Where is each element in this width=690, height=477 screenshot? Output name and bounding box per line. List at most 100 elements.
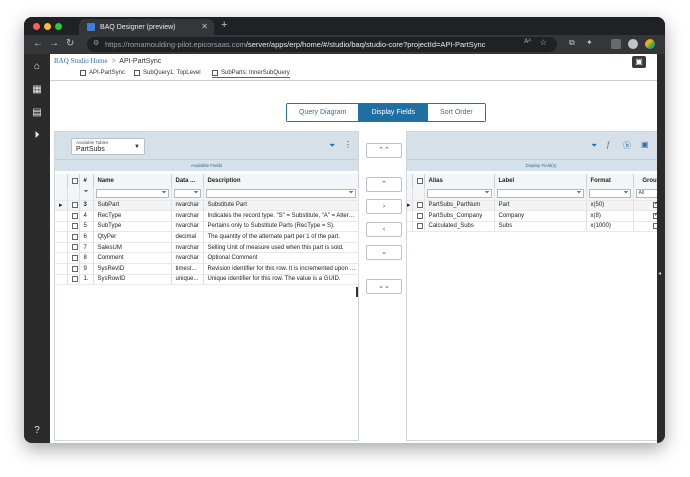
right-edge-bar: ◂ — [657, 54, 665, 443]
name-filter-input[interactable]: ⏷ — [93, 188, 172, 201]
move-all-up-button[interactable]: ⌃⌃ — [366, 143, 402, 158]
breadcrumb-current: API-PartSync — [119, 58, 162, 65]
new-tab-icon[interactable]: + — [221, 19, 227, 31]
tab-api-partsync[interactable]: API-PartSync — [80, 70, 125, 76]
bookmark-star-icon[interactable]: ☆ — [540, 38, 547, 47]
column-resize-handle[interactable] — [356, 287, 358, 297]
play-icon[interactable]: ⏵ — [32, 131, 42, 141]
calculator-icon[interactable]: ▣ — [641, 140, 649, 149]
forward-arrow-icon[interactable]: → — [49, 38, 59, 49]
alias-filter-input[interactable]: ⏷ — [424, 188, 495, 201]
move-up-button[interactable]: ⌃ — [366, 177, 402, 192]
move-all-down-button[interactable]: ⌄⌄ — [366, 279, 402, 294]
filter-icon[interactable]: ⏷ — [485, 190, 490, 197]
table-row[interactable]: PartSubs_Company Company x(8) — [407, 210, 665, 222]
available-fields-panel: Available Tables PartSubs ▼ ⏷ ⋮ Availabl… — [54, 131, 359, 441]
filter-icon[interactable]: ⏷ — [84, 189, 89, 196]
grid-icon[interactable]: ▦ — [32, 85, 42, 95]
query-icon — [80, 70, 86, 76]
column-header[interactable]: Alias — [424, 174, 495, 188]
filter-icon[interactable]: ⏷ — [624, 190, 629, 197]
filter-cell[interactable]: ⏷ — [79, 188, 94, 201]
minimize-window-button[interactable] — [44, 23, 51, 30]
format-filter-input[interactable]: ⏷ — [586, 188, 634, 201]
formula-icon[interactable]: f — [607, 140, 609, 149]
table-row[interactable]: 5 SubType nvarchar Pertains only to Subs… — [55, 221, 359, 233]
filter-icon[interactable]: ⏷ — [194, 190, 199, 197]
table-row[interactable]: 9 SysRevID timest... Revision identifier… — [55, 263, 359, 275]
table-row[interactable]: 4 RecType nvarchar Indicates the record … — [55, 210, 359, 222]
tab-subquery1[interactable]: SubQuery1: TopLevel — [134, 70, 201, 76]
profile-avatar-icon[interactable] — [628, 39, 638, 49]
url-field[interactable]: ⚙ https://romamoulding-pilot.epicorsaas.… — [87, 37, 557, 52]
extension-icon[interactable] — [611, 39, 621, 49]
label-filter-input[interactable]: ⏷ — [494, 188, 587, 201]
tab-label: SubParts: InnerSubQuery — [221, 70, 290, 76]
sort-order-button[interactable]: Sort Order — [428, 104, 485, 121]
table-row[interactable]: 6 QtyPer decimal The quantity of the alt… — [55, 231, 359, 243]
row-checkbox[interactable] — [71, 254, 78, 261]
available-tables-dropdown[interactable]: Available Tables PartSubs ▼ — [71, 138, 145, 155]
reload-icon[interactable]: ↻ — [66, 38, 74, 49]
select-all-checkbox[interactable] — [67, 174, 80, 188]
tab-subparts[interactable]: SubParts: InnerSubQuery — [212, 70, 290, 78]
description-filter-input[interactable]: ⏷ — [203, 188, 359, 201]
filter-icon[interactable]: ⏷ — [162, 190, 167, 197]
reader-mode-icon[interactable]: Aᴬ — [524, 39, 531, 45]
remove-field-button[interactable]: ‹ — [366, 222, 402, 237]
settings-circle-icon[interactable]: ⓑ — [623, 140, 631, 151]
column-header[interactable]: Description — [203, 174, 359, 188]
filter-icon[interactable]: ⏷ — [591, 141, 597, 151]
move-down-button[interactable]: ⌄ — [366, 245, 402, 260]
column-header[interactable]: Label — [494, 174, 587, 188]
table-row[interactable]: ▸ 3 SubPart nvarchar Substitute Part — [55, 200, 359, 212]
row-checkbox[interactable] — [71, 233, 78, 240]
column-header[interactable]: Format — [586, 174, 634, 188]
column-header[interactable]: # — [79, 174, 94, 188]
maximize-window-button[interactable] — [55, 23, 62, 30]
display-fields-button[interactable]: Display Fields — [359, 104, 429, 121]
column-header[interactable]: Name — [93, 174, 172, 188]
app-sidebar: ⌂ ▦ ▤ ⏵ ? — [24, 54, 50, 443]
column-header[interactable]: Data ... — [171, 174, 204, 188]
document-icon[interactable]: ▤ — [32, 108, 42, 118]
save-icon[interactable]: ▣ — [632, 56, 646, 68]
collapse-arrow-icon[interactable]: ◂ — [658, 270, 661, 277]
table-row[interactable]: 7 SalesUM nvarchar Selling Unit of measu… — [55, 242, 359, 254]
add-field-button[interactable]: › — [366, 199, 402, 214]
colorful-extension-icon[interactable] — [645, 39, 655, 49]
row-checkbox[interactable] — [416, 212, 423, 219]
back-arrow-icon[interactable]: ← — [33, 38, 43, 49]
breadcrumb-home-link[interactable]: BAQ Studio Home — [54, 57, 108, 65]
row-checkbox[interactable] — [71, 265, 78, 272]
row-checkbox[interactable] — [416, 223, 423, 230]
table-row[interactable]: ▸ PartSubs_PartNum Part x(50) — [407, 200, 665, 212]
close-window-button[interactable] — [33, 23, 40, 30]
close-tab-icon[interactable]: ✕ — [201, 22, 208, 31]
filter-icon[interactable]: ⏷ — [577, 190, 582, 197]
more-options-icon[interactable]: ⋮ — [344, 140, 352, 149]
query-diagram-button[interactable]: Query Diagram — [287, 104, 360, 121]
tab-search-icon[interactable]: ⧉ — [569, 38, 575, 48]
table-row[interactable]: 1. SysRowID unique... Unique identifier … — [55, 274, 359, 286]
table-row[interactable]: Calculated_Subs Subs x(1000) — [407, 221, 665, 233]
breadcrumb-separator: > — [111, 58, 116, 65]
chevron-down-icon: ▼ — [134, 144, 140, 150]
row-checkbox[interactable] — [416, 202, 423, 208]
dropdown-label: Available Tables — [76, 140, 109, 145]
row-checkbox[interactable] — [71, 202, 78, 208]
select-all-checkbox[interactable] — [412, 174, 425, 188]
row-checkbox[interactable] — [71, 244, 78, 251]
site-info-icon[interactable]: ⚙ — [93, 39, 99, 47]
row-checkbox[interactable] — [71, 223, 78, 230]
extensions-icon[interactable]: ✦ — [586, 38, 593, 47]
filter-icon[interactable]: ⏷ — [329, 141, 335, 151]
browser-tab[interactable]: BAQ Designer (preview) ✕ — [79, 19, 214, 35]
help-icon[interactable]: ? — [32, 426, 42, 436]
home-icon[interactable]: ⌂ — [32, 62, 42, 72]
table-row[interactable]: 8 Comment nvarchar Optional Comment — [55, 252, 359, 265]
type-filter-input[interactable]: ⏷ — [171, 188, 204, 201]
filter-icon[interactable]: ⏷ — [349, 190, 354, 197]
row-checkbox[interactable] — [71, 212, 78, 219]
row-checkbox[interactable] — [71, 276, 78, 283]
